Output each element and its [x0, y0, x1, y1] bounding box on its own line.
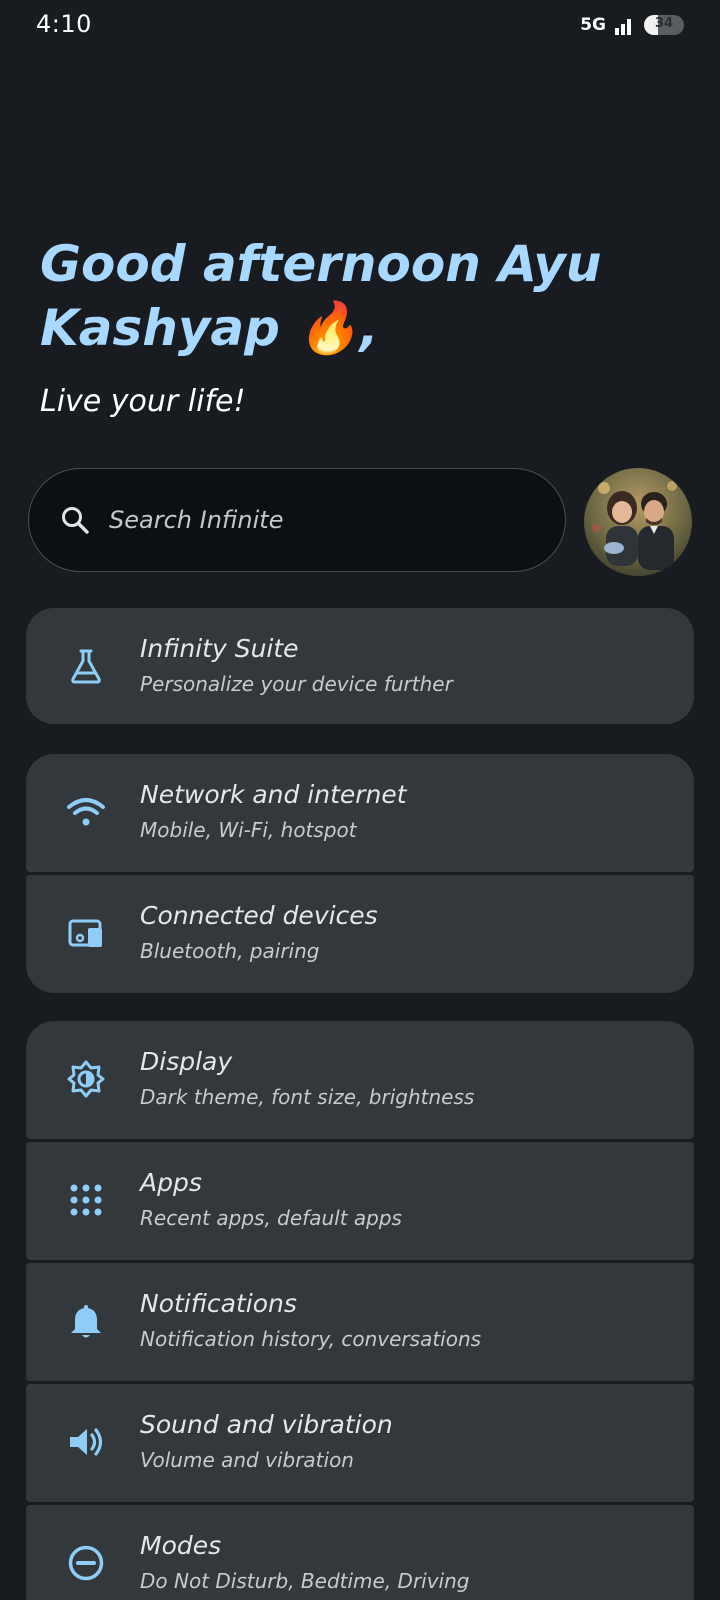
settings-item-notifications[interactable]: Notifications Notification history, conv… — [26, 1263, 694, 1381]
status-bar: 4:10 5G 34 — [0, 0, 720, 52]
settings-item-title: Infinity Suite — [140, 634, 299, 663]
greeting-title: Good afternoon Ayu Kashyap 🔥, — [40, 232, 680, 360]
avatar-image — [584, 468, 692, 576]
settings-item-subtitle: Personalize your device further — [140, 672, 453, 696]
settings-item-subtitle: Dark theme, font size, brightness — [140, 1085, 475, 1109]
network-type: 5G — [580, 15, 606, 35]
signal-icon — [615, 19, 631, 35]
bell-icon — [71, 1305, 101, 1338]
settings-item-network[interactable]: Network and internet Mobile, Wi-Fi, hots… — [26, 754, 694, 872]
greeting-line-2: Kashyap 🔥, — [40, 299, 379, 357]
settings-item-title: Display — [140, 1047, 233, 1076]
settings-item-subtitle: Volume and vibration — [140, 1448, 354, 1472]
profile-avatar[interactable] — [584, 468, 692, 576]
settings-item-subtitle: Bluetooth, pairing — [140, 939, 320, 963]
speaker-icon — [70, 1428, 103, 1456]
settings-item-title: Notifications — [140, 1289, 297, 1318]
settings-item-title: Connected devices — [140, 901, 378, 930]
brightness-icon — [67, 1060, 105, 1098]
settings-screen: 4:10 5G 34 Good afternoon Ayu Kashyap 🔥,… — [0, 0, 720, 1600]
search-icon — [62, 507, 89, 534]
search-placeholder: Search Infinite — [109, 506, 284, 534]
settings-item-modes[interactable]: Modes Do Not Disturb, Bedtime, Driving — [26, 1505, 694, 1600]
apps-grid-icon — [70, 1184, 102, 1216]
settings-item-infinity-suite[interactable]: Infinity Suite Personalize your device f… — [26, 608, 694, 724]
settings-item-title: Network and internet — [140, 780, 407, 809]
greeting-line-1: Good afternoon Ayu — [40, 235, 602, 293]
settings-item-subtitle: Mobile, Wi-Fi, hotspot — [140, 818, 357, 842]
status-icons: 5G 34 — [580, 14, 684, 36]
settings-item-subtitle: Do Not Disturb, Bedtime, Driving — [140, 1569, 470, 1593]
settings-item-apps[interactable]: Apps Recent apps, default apps — [26, 1142, 694, 1260]
flask-icon — [71, 649, 101, 684]
settings-item-subtitle: Notification history, conversations — [140, 1327, 482, 1351]
settings-item-connected-devices[interactable]: Connected devices Bluetooth, pairing — [26, 875, 694, 993]
status-time: 4:10 — [36, 10, 92, 38]
search-bar[interactable]: Search Infinite — [28, 468, 566, 572]
settings-item-sound[interactable]: Sound and vibration Volume and vibration — [26, 1384, 694, 1502]
settings-item-display[interactable]: Display Dark theme, font size, brightnes… — [26, 1021, 694, 1139]
settings-item-title: Sound and vibration — [140, 1410, 393, 1439]
battery-level: 34 — [654, 16, 674, 31]
devices-icon — [68, 919, 102, 947]
minus-circle-icon — [68, 1545, 104, 1581]
settings-item-title: Apps — [140, 1168, 202, 1197]
settings-item-title: Modes — [140, 1531, 222, 1560]
wifi-icon — [67, 798, 105, 826]
settings-item-subtitle: Recent apps, default apps — [140, 1206, 402, 1230]
battery-icon: 34 — [644, 15, 684, 35]
greeting-subtitle: Live your life! — [40, 384, 246, 419]
